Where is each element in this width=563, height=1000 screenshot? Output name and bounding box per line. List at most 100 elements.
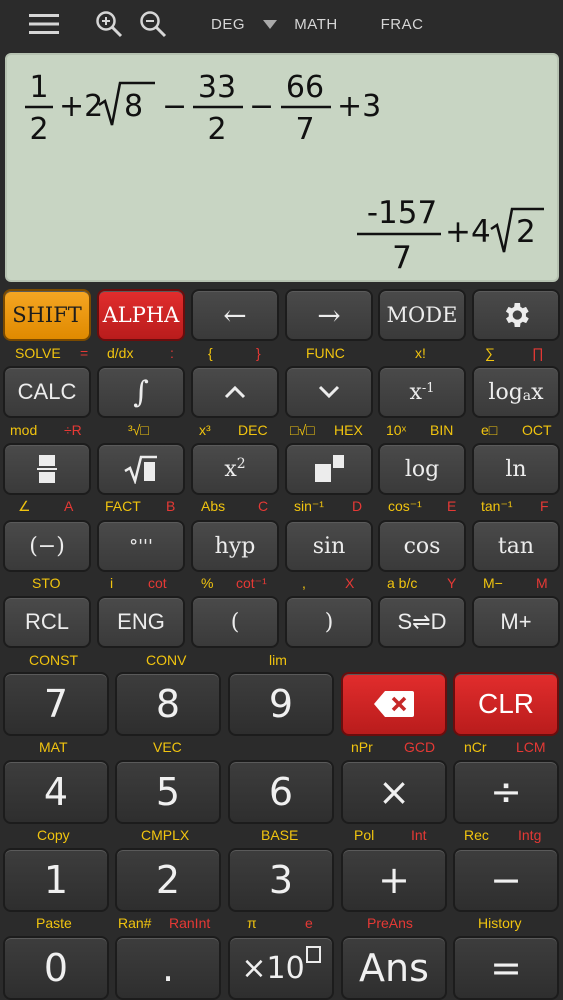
label-var-x: X xyxy=(345,575,355,591)
label-vec: VEC xyxy=(153,739,182,755)
fraction-button[interactable] xyxy=(3,443,91,495)
integral-button[interactable]: ∫ xyxy=(97,366,185,418)
calc-button[interactable]: CALC xyxy=(3,366,91,418)
chevron-down-icon xyxy=(318,385,340,399)
cos-button[interactable]: cos xyxy=(378,520,466,572)
zoom-in-icon[interactable] xyxy=(92,0,126,48)
label-sto: STO xyxy=(32,575,61,591)
label-sum: ∑ xyxy=(485,345,495,361)
frac3-numerator: 66 xyxy=(286,70,324,105)
sqrt-button[interactable] xyxy=(97,443,185,495)
label-acos: cos⁻¹ xyxy=(388,498,422,514)
digit-2-button[interactable]: 2 xyxy=(115,848,221,912)
label-var-a: A xyxy=(64,498,74,514)
m-plus-button[interactable]: M+ xyxy=(472,596,560,648)
equals-button[interactable]: = xyxy=(453,936,559,1000)
gear-icon xyxy=(505,303,529,327)
divide-button[interactable]: ÷ xyxy=(453,760,559,824)
minus-1: − xyxy=(162,89,187,124)
menu-icon[interactable] xyxy=(24,0,64,48)
inverse-exponent: -1 xyxy=(421,380,435,396)
log-base-button[interactable]: log a x xyxy=(472,366,560,418)
fraction-icon xyxy=(37,455,57,483)
tan-button[interactable]: tan xyxy=(472,520,560,572)
label-hex: HEX xyxy=(334,422,363,438)
s-to-d-button[interactable]: S⇌D xyxy=(378,596,466,648)
top-bar: DEG MATH FRAC xyxy=(0,0,563,48)
ans-button[interactable]: Ans xyxy=(341,936,447,1000)
digit-5-button[interactable]: 5 xyxy=(115,760,221,824)
digit-8-button[interactable]: 8 xyxy=(115,672,221,736)
alpha-button[interactable]: ALPHA xyxy=(97,289,185,341)
digit-6-button[interactable]: 6 xyxy=(228,760,334,824)
square-button[interactable]: x2 xyxy=(191,443,279,495)
label-equals: = xyxy=(80,345,89,361)
angle-mode-indicator[interactable]: DEG xyxy=(205,0,251,48)
label-angle: ∠ xyxy=(18,498,31,514)
digit-4-button[interactable]: 4 xyxy=(3,760,109,824)
frac1-denominator: 2 xyxy=(29,112,48,147)
log-base-label: log xyxy=(488,379,523,405)
label-func: FUNC xyxy=(306,345,345,361)
digit-1-button[interactable]: 1 xyxy=(3,848,109,912)
label-factorial: x! xyxy=(415,345,426,361)
power-button[interactable] xyxy=(285,443,373,495)
digit-9-button[interactable]: 9 xyxy=(228,672,334,736)
math-mode-indicator[interactable]: MATH xyxy=(286,0,346,48)
settings-button[interactable] xyxy=(472,289,560,341)
cursor-down-button[interactable] xyxy=(285,366,373,418)
label-var-m: M xyxy=(536,575,548,591)
label-preans: PreAns xyxy=(367,915,413,931)
hyp-button[interactable]: hyp xyxy=(191,520,279,572)
cursor-up-button[interactable] xyxy=(191,366,279,418)
label-var-c: C xyxy=(258,498,269,514)
label-conv: CONV xyxy=(146,652,187,668)
delete-button[interactable] xyxy=(341,672,447,736)
times-ten-power-button[interactable]: ×10 xyxy=(228,936,334,1000)
label-solve: SOLVE xyxy=(15,345,61,361)
zoom-out-icon[interactable] xyxy=(136,0,170,48)
clear-button[interactable]: CLR xyxy=(453,672,559,736)
label-pi: π xyxy=(247,915,257,931)
label-var-f: F xyxy=(540,498,549,514)
shift-button[interactable]: SHIFT xyxy=(3,289,91,341)
label-fact: FACT xyxy=(105,498,141,514)
subtract-button[interactable]: − xyxy=(453,848,559,912)
digit-3-button[interactable]: 3 xyxy=(228,848,334,912)
inverse-button[interactable]: x -1 xyxy=(378,366,466,418)
close-paren-button[interactable]: ) xyxy=(285,596,373,648)
label-nth-root: □√□ xyxy=(290,422,315,438)
label-mat: MAT xyxy=(39,739,68,755)
decimal-point-button[interactable]: . xyxy=(115,936,221,1000)
log-button[interactable]: log xyxy=(378,443,466,495)
label-lcm: LCM xyxy=(516,739,546,755)
eng-button[interactable]: ENG xyxy=(97,596,185,648)
mode-button[interactable]: MODE xyxy=(378,289,466,341)
digit-7-button[interactable]: 7 xyxy=(3,672,109,736)
label-e-power: e□ xyxy=(481,422,498,438)
label-ranint: RanInt xyxy=(169,915,211,931)
label-e: e xyxy=(305,915,313,931)
label-rbrace: } xyxy=(256,345,261,361)
sin-button[interactable]: sin xyxy=(285,520,373,572)
negative-button[interactable]: (−) xyxy=(3,520,91,572)
open-paren-button[interactable]: ( xyxy=(191,596,279,648)
frac-mode-indicator[interactable]: FRAC xyxy=(372,0,432,48)
cursor-left-button[interactable]: ← xyxy=(191,289,279,341)
add-button[interactable]: + xyxy=(341,848,447,912)
digit-0-button[interactable]: 0 xyxy=(3,936,109,1000)
label-acot: cot⁻¹ xyxy=(236,575,267,591)
label-ncr: nCr xyxy=(464,739,487,755)
ln-button[interactable]: ln xyxy=(472,443,560,495)
label-pol: Pol xyxy=(354,827,375,843)
label-ddx: d/dx xyxy=(107,345,134,361)
multiply-button[interactable]: × xyxy=(341,760,447,824)
label-int: Int xyxy=(411,827,427,843)
result-plus-4: +4 xyxy=(445,214,491,250)
dms-button[interactable]: °''' xyxy=(97,520,185,572)
dropdown-arrow-icon[interactable] xyxy=(259,0,281,48)
rcl-button[interactable]: RCL xyxy=(3,596,91,648)
exponent-box-icon xyxy=(305,945,321,963)
cursor-right-button[interactable]: → xyxy=(285,289,373,341)
label-percent: % xyxy=(201,575,214,591)
